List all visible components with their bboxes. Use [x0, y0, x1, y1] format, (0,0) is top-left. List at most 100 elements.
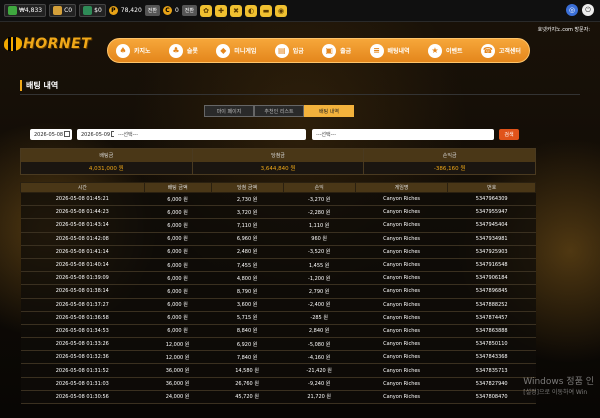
table-cell: 2026-05-08 01:31:52 — [20, 363, 145, 378]
nav-label: 입금 — [292, 48, 304, 55]
table-row: 2026-05-08 01:40:14 6,000 원 7,455 원 1,455 원… — [20, 258, 536, 273]
column-header: 시간 — [20, 182, 145, 193]
table-row: 2026-05-08 01:33:26 12,000 원 6,920 원 -5,080… — [20, 337, 536, 352]
speech-icon[interactable]: ◉ — [275, 4, 287, 17]
tab-2[interactable]: 배팅 내역 — [304, 105, 354, 117]
table-cell: 1,110 원 — [283, 218, 356, 233]
summary-cell: 손익금 -386,160 원 — [364, 149, 536, 174]
summary-cell: 당첨금 3,644,840 원 — [192, 149, 365, 174]
table-cell: -4,160 원 — [283, 350, 356, 365]
date-from-input[interactable]: 2026-05-08 — [30, 129, 72, 140]
money-icon — [8, 6, 17, 15]
search-button[interactable]: 검색 — [499, 129, 519, 140]
table-cell: 2026-05-08 01:34:53 — [20, 324, 145, 339]
table-cell: Canyon Riches — [355, 232, 448, 246]
table-cell: Canyon Riches — [355, 298, 448, 312]
table-cell: 24,000 원 — [144, 390, 212, 405]
table-cell: 6,000 원 — [144, 245, 212, 259]
filter-bar: 2026-05-08 2026-05-09 ---선택--- ---선택--- … — [20, 129, 575, 141]
summary-cell: 배팅금 4,031,000 원 — [21, 149, 193, 174]
brand-logo[interactable]: HORNET — [4, 36, 91, 52]
date-to-input[interactable]: 2026-05-09 — [77, 129, 119, 140]
nav-item-7[interactable]: ☎ 고객센터 — [480, 43, 521, 58]
table-cell: Canyon Riches — [355, 390, 448, 405]
refresh-icon[interactable]: ✖ — [230, 4, 242, 17]
table-cell: 21,720 원 — [283, 390, 356, 405]
column-header: 배팅 금액 — [143, 182, 212, 193]
table-cell: 5347945404 — [447, 218, 536, 233]
gift-icon[interactable]: ✿ — [200, 4, 212, 17]
table-cell: -5,080 원 — [283, 337, 356, 352]
table-cell: 6,000 원 — [144, 284, 212, 299]
nav-label: 카지노 — [134, 48, 151, 55]
table-cell: 2026-05-08 01:36:58 — [20, 311, 145, 325]
logout-icon[interactable]: ⏻ — [582, 4, 594, 16]
coin-convert-button[interactable]: 전환 — [181, 5, 197, 16]
table-cell: -285 원 — [283, 311, 356, 325]
nav-icon: ♠ — [116, 43, 130, 58]
nav-item-0[interactable]: ♠ 카지노 — [116, 43, 151, 58]
language-icon[interactable]: ◎ — [566, 4, 578, 16]
dollar-balance: $0 — [79, 4, 106, 17]
table-cell: 8,790 원 — [211, 284, 284, 299]
nav-item-6[interactable]: ★ 이벤트 — [427, 43, 463, 58]
filter-select-1[interactable]: ---선택--- — [114, 129, 306, 140]
table-cell: 6,000 원 — [144, 258, 212, 273]
nav-item-4[interactable]: ▣ 출금 — [322, 43, 351, 58]
krw-balance: ₩4,833 — [4, 4, 47, 17]
table-cell: 2026-05-08 01:45:21 — [20, 192, 145, 207]
table-cell: 2026-05-08 01:40:14 — [20, 258, 145, 273]
points-value: 78,420 — [120, 7, 142, 14]
table-cell: 5347955947 — [447, 205, 536, 220]
cash-icon — [53, 6, 63, 15]
nav-item-2[interactable]: ◆ 미니게임 — [216, 43, 256, 58]
table-row: 2026-05-08 01:43:14 6,000 원 7,110 원 1,110 원… — [20, 218, 536, 233]
table-cell: -3,520 원 — [283, 245, 356, 259]
table-cell: 36,000 원 — [144, 363, 212, 378]
table-cell: -2,400 원 — [283, 298, 356, 312]
top-right-tools: ◎ ⏻ — [566, 4, 594, 16]
nav-icon: ★ — [427, 43, 442, 58]
table-cell: 1,455 원 — [283, 258, 356, 273]
table-row: 2026-05-08 01:31:52 36,000 원 14,580 원 -21,4… — [20, 363, 536, 378]
filter-select-2[interactable]: ---선택--- — [312, 129, 494, 140]
betting-history-table: 시간 배팅 금액 당첨 금액 손익 게임명 번호 2026-05-08 01:45:21 6… — [20, 182, 536, 405]
nav-item-3[interactable]: ▤ 입금 — [274, 43, 304, 58]
nav-item-5[interactable]: ≡ 배팅내역 — [369, 43, 410, 58]
table-cell: -1,200 원 — [283, 271, 356, 286]
bell-icon[interactable]: ◐ — [245, 4, 257, 17]
nav-icon: ≡ — [369, 43, 384, 58]
brand-name: HORNET — [23, 36, 92, 52]
table-cell: 2026-05-08 01:39:09 — [20, 271, 145, 286]
table-header-row: 시간 배팅 금액 당첨 금액 손익 게임명 번호 — [20, 182, 536, 193]
table-cell: Canyon Riches — [355, 271, 448, 286]
summary-value: 4,031,000 원 — [88, 166, 124, 172]
column-header: 당첨 금액 — [210, 182, 284, 193]
table-cell: 2026-05-08 01:44:23 — [20, 205, 145, 220]
coin-value: 0 — [174, 7, 179, 14]
table-cell: 2026-05-08 01:42:08 — [20, 232, 145, 246]
table-cell: 6,000 원 — [144, 298, 212, 312]
tab-1[interactable]: 추천인 리스트 — [254, 105, 304, 117]
settings-icon[interactable]: ✚ — [215, 4, 227, 17]
table-row: 2026-05-08 01:38:14 6,000 원 8,790 원 2,790 원… — [20, 284, 536, 299]
table-cell: 960 원 — [283, 232, 356, 246]
table-cell: 6,960 원 — [211, 232, 284, 246]
table-row: 2026-05-08 01:41:14 6,000 원 2,480 원 -3,520 … — [20, 245, 536, 259]
table-cell: Canyon Riches — [355, 377, 448, 391]
summary-value: 3,644,840 원 — [260, 166, 296, 172]
table-cell: 6,000 원 — [144, 324, 212, 339]
summary-label: 배팅금 — [21, 149, 192, 162]
table-cell: 2026-05-08 01:41:14 — [20, 245, 145, 259]
chat-icon[interactable]: ▬ — [260, 4, 272, 17]
nav-icon: ▤ — [274, 43, 289, 58]
nav-item-1[interactable]: ♣ 슬롯 — [168, 43, 198, 58]
summary-panel: 배팅금 4,031,000 원 당첨금 3,644,840 원 손익금 -386,160 … — [20, 148, 536, 175]
tab-0[interactable]: 마이 페이지 — [204, 105, 254, 117]
table-row: 2026-05-08 01:32:36 12,000 원 7,840 원 -4,160… — [20, 350, 536, 365]
points-convert-button[interactable]: 전환 — [144, 5, 160, 16]
table-cell: 14,580 원 — [211, 363, 284, 378]
table-cell: -21,420 원 — [283, 363, 356, 378]
top-bar: ₩4,833 C0 $0 P 78,420 전환 C 0 전환 ✿ ✚ ✖ ◐ … — [0, 0, 600, 22]
page-tabs: 마이 페이지 추천인 리스트 배팅 내역 — [204, 105, 354, 117]
